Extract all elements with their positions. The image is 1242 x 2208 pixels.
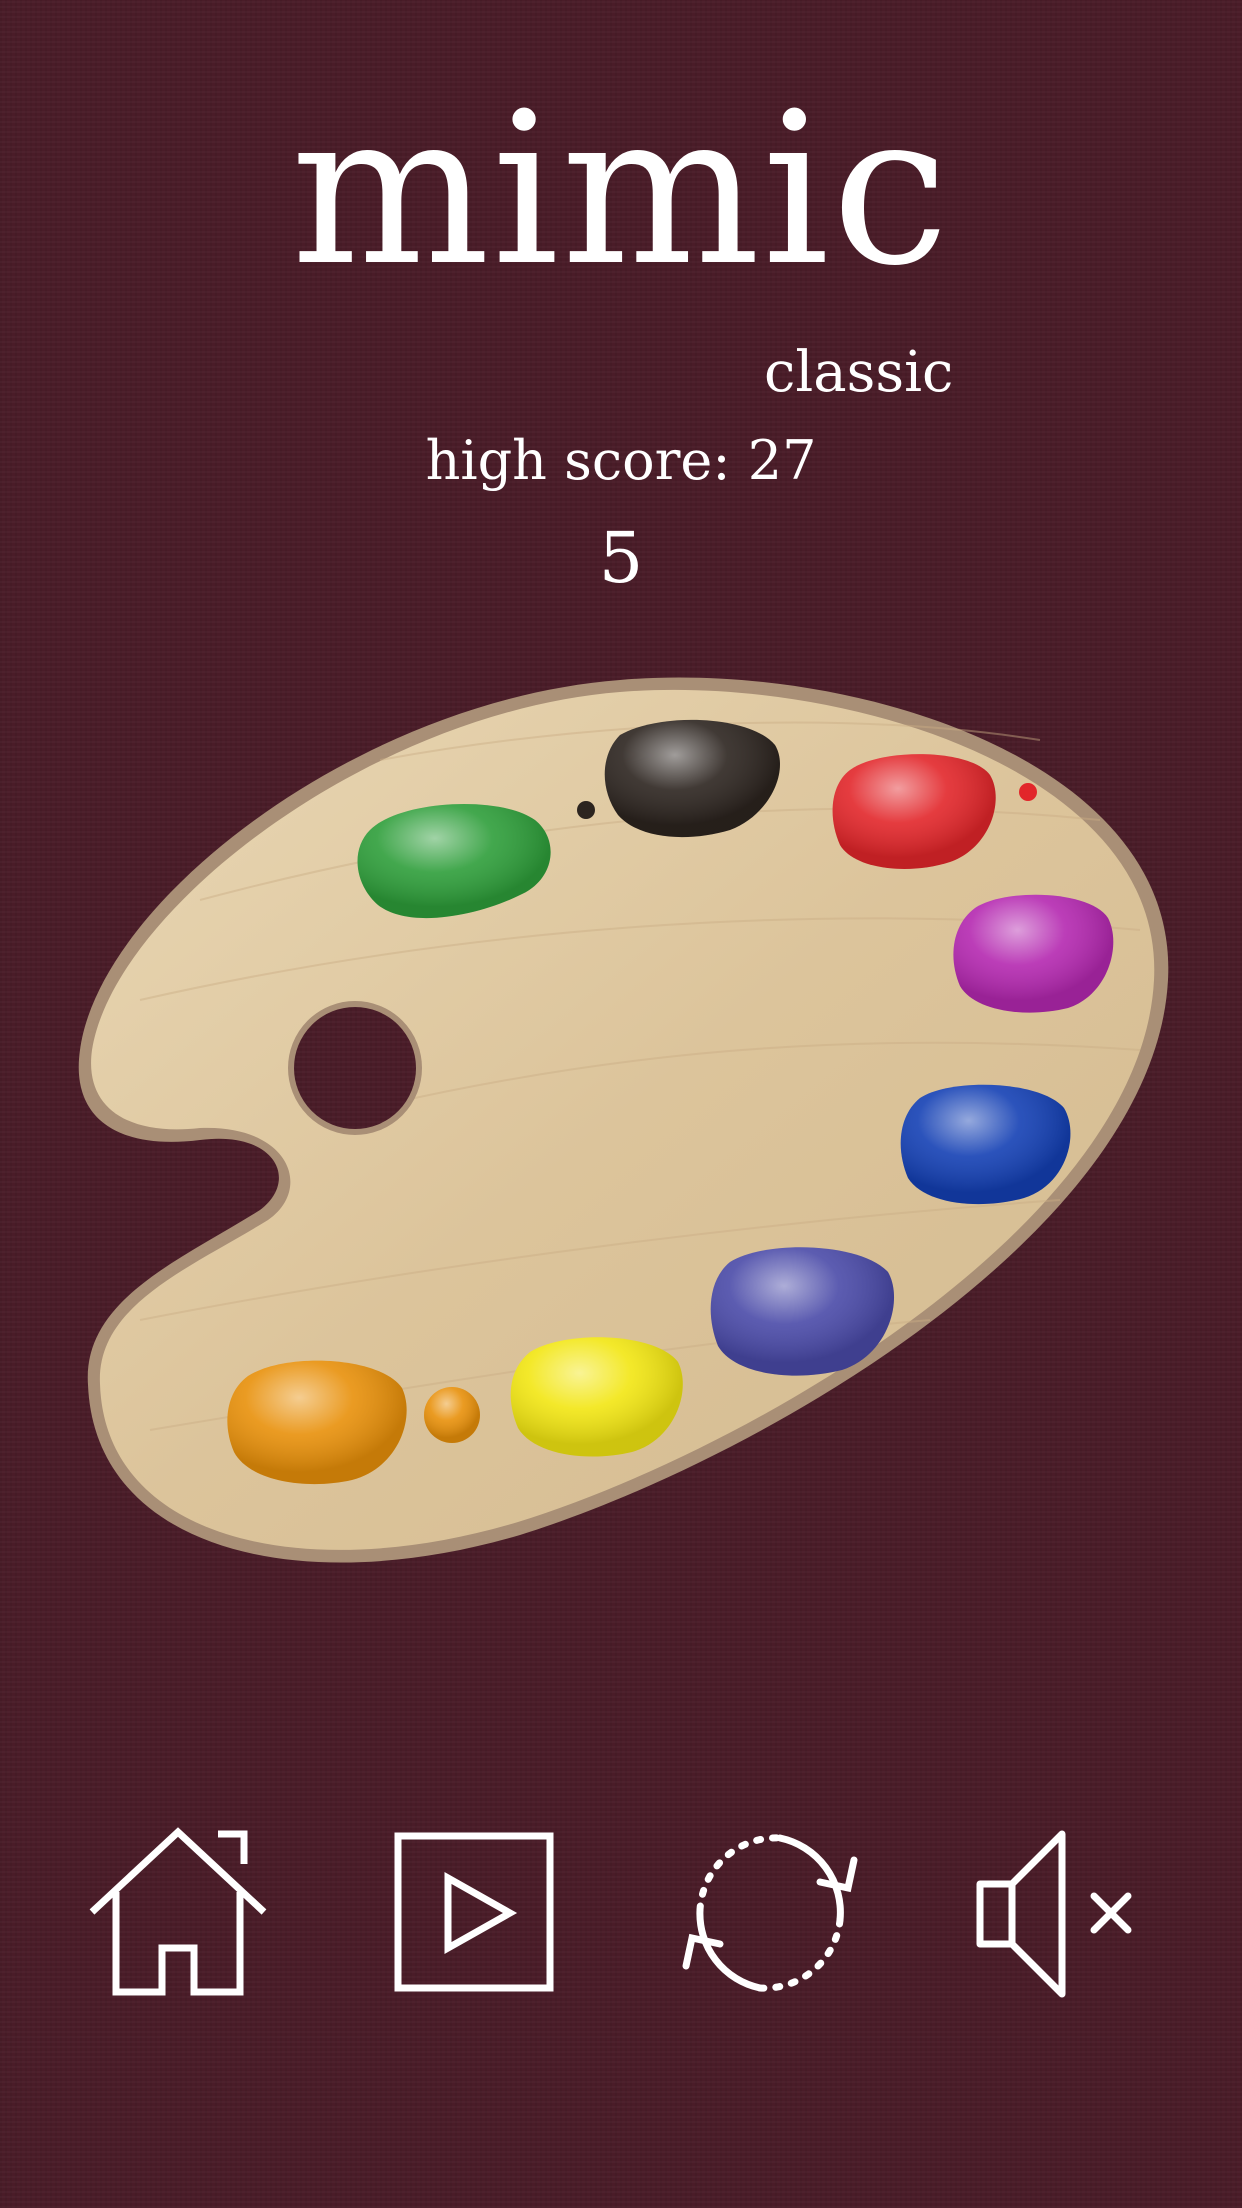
game-title: mimic (290, 67, 952, 312)
mute-icon (976, 1830, 1132, 1998)
paint-blob-yellow[interactable] (510, 1337, 683, 1457)
play-icon (394, 1832, 554, 1992)
high-score-label: high score: 27 (425, 429, 817, 492)
paint-blob-blue[interactable] (900, 1084, 1071, 1205)
paint-blob-magenta[interactable] (953, 894, 1114, 1013)
game-mode-label: classic (764, 340, 954, 405)
mute-button[interactable] (966, 1820, 1166, 2020)
home-button[interactable] (78, 1820, 278, 2020)
home-icon (89, 1827, 267, 1996)
current-score: 5 (598, 517, 644, 599)
paint-palette (78, 677, 1169, 1563)
restart-button[interactable] (670, 1820, 870, 2020)
play-button[interactable] (374, 1820, 574, 2020)
restart-icon (682, 1834, 858, 1992)
